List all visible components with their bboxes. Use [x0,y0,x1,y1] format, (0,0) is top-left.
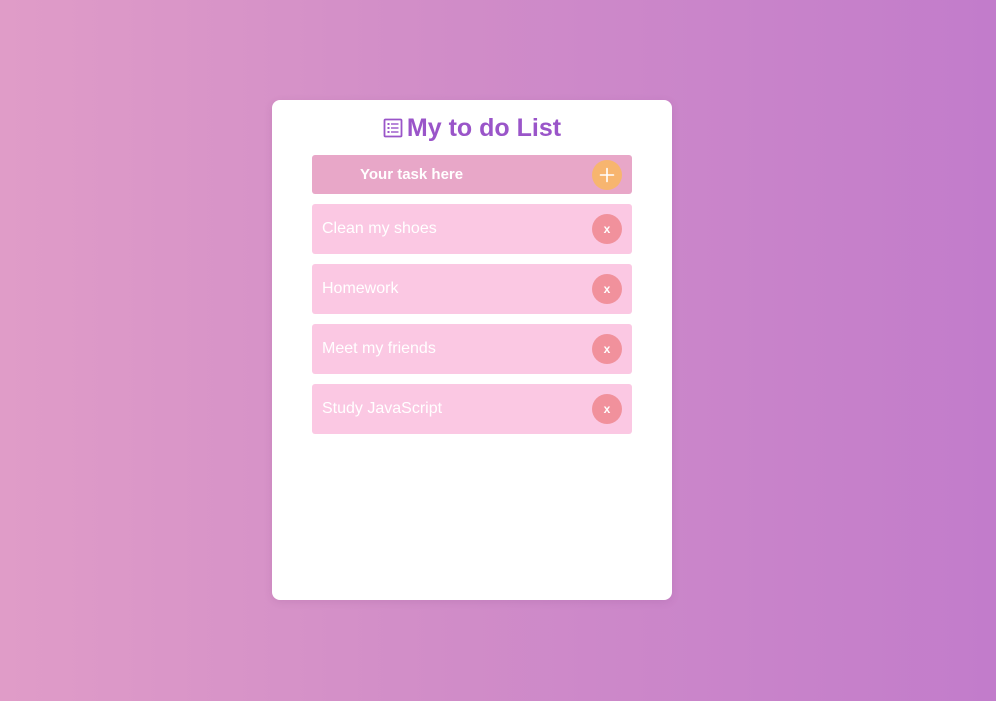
delete-task-button[interactable]: x [592,334,622,364]
add-task-button[interactable] [592,160,622,190]
list-icon [383,118,403,138]
task-text: Meet my friends [322,340,436,357]
task-text: Clean my shoes [322,220,437,237]
task-text: Study JavaScript [322,400,443,417]
delete-task-button[interactable]: x [592,214,622,244]
delete-task-button[interactable]: x [592,394,622,424]
task-input[interactable] [312,155,582,194]
app-header: My to do List [272,114,672,142]
new-task-row [312,155,632,194]
page-title: My to do List [406,113,562,142]
plus-icon [599,167,615,183]
task-item: Clean my shoes x [312,204,632,254]
task-item: Meet my friends x [312,324,632,374]
task-text: Homework [322,280,399,297]
task-item: Study JavaScript x [312,384,632,434]
task-item: Homework x [312,264,632,314]
delete-task-button[interactable]: x [592,274,622,304]
todo-card: My to do List Clean my shoes x Homework … [272,100,672,600]
